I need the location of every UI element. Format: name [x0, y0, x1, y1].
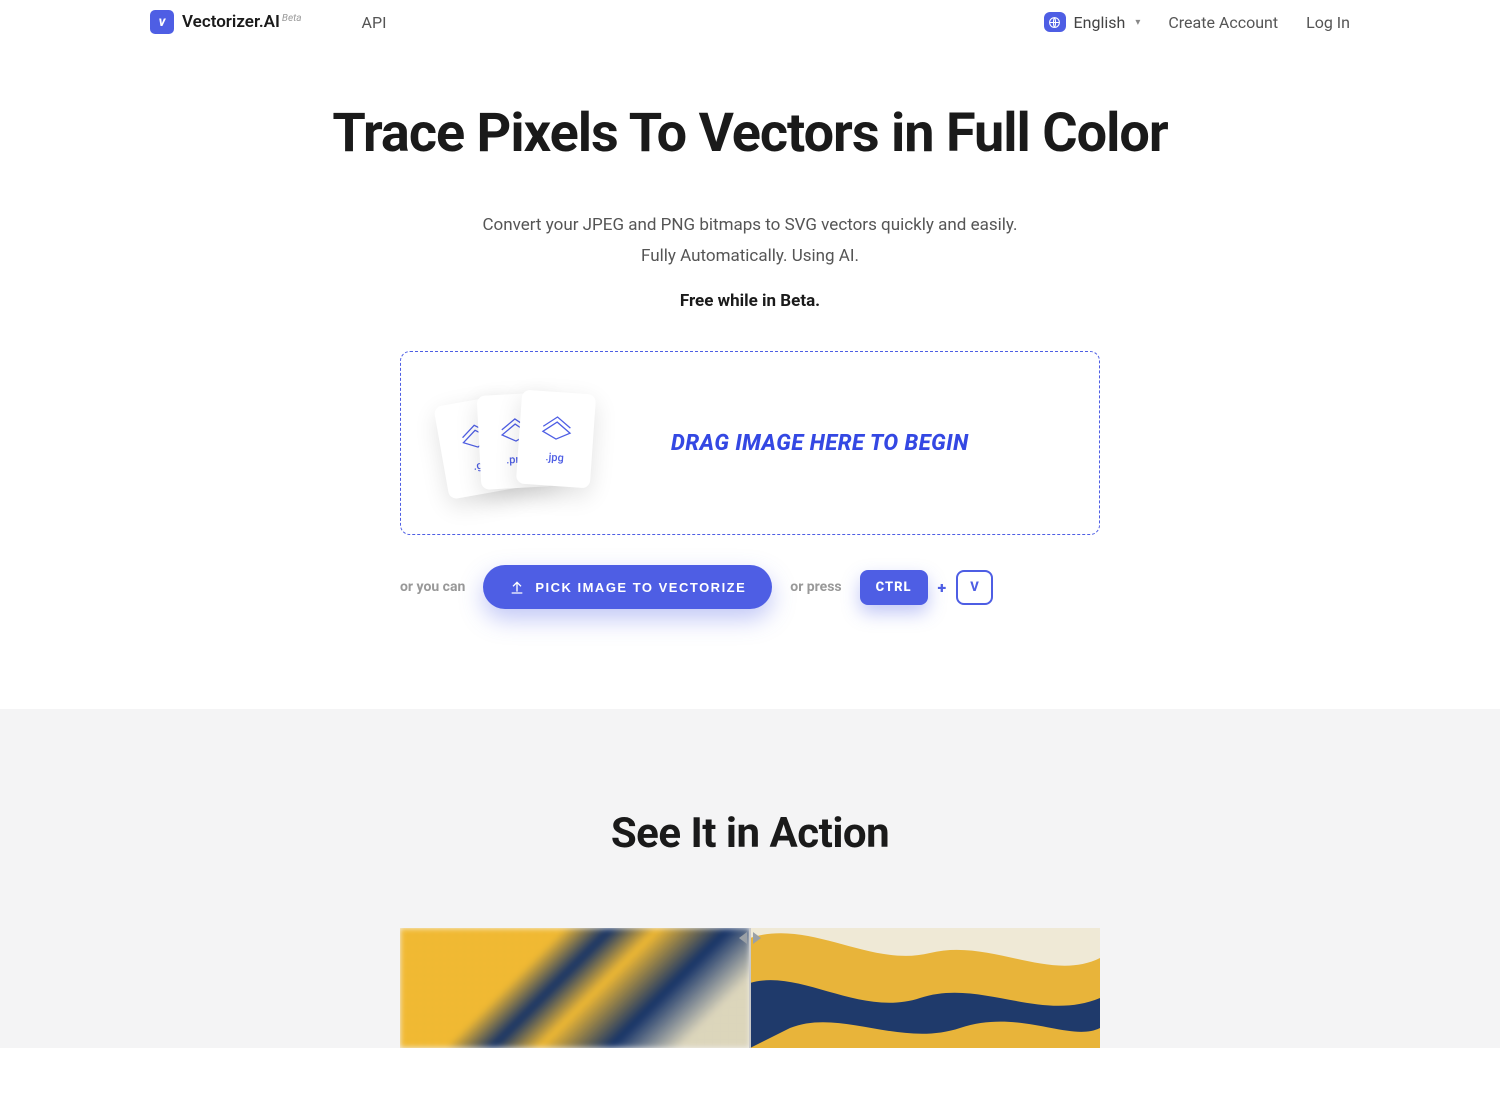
kbd-plus: + [938, 578, 947, 597]
chevron-down-icon: ▾ [1135, 17, 1140, 28]
pick-image-label: PICK IMAGE TO VECTORIZE [535, 580, 746, 595]
demo-vector-side [750, 928, 1100, 1048]
hero-sub-line1: Convert your JPEG and PNG bitmaps to SVG… [270, 211, 1230, 240]
log-in-link[interactable]: Log In [1306, 13, 1350, 32]
or-press-label: or press [790, 579, 841, 595]
actions-row: or you can PICK IMAGE TO VECTORIZE or pr… [400, 565, 1100, 609]
hero-title: Trace Pixels To Vectors in Full Color [270, 104, 1230, 163]
hero-section: Trace Pixels To Vectors in Full Color Co… [250, 44, 1250, 709]
globe-icon [1044, 12, 1066, 32]
site-header: v Vectorizer.AIBeta API English ▾ Create… [0, 0, 1500, 44]
pick-image-button[interactable]: PICK IMAGE TO VECTORIZE [483, 565, 772, 609]
dropzone-cta: DRAG IMAGE HERE TO BEGIN [671, 431, 969, 456]
or-you-can-label: or you can [400, 579, 465, 595]
hero-subtitle: Convert your JPEG and PNG bitmaps to SVG… [270, 211, 1230, 271]
language-label: English [1074, 13, 1126, 32]
kbd-group: CTRL + V [860, 570, 993, 605]
brand-name: Vectorizer.AIBeta [182, 12, 302, 32]
header-left: v Vectorizer.AIBeta API [150, 10, 386, 34]
dropzone-graphic: .gif .png .jpg [441, 388, 611, 498]
hero-beta-note: Free while in Beta. [270, 291, 1230, 311]
language-selector[interactable]: English ▾ [1044, 12, 1141, 32]
logo-icon: v [150, 10, 174, 34]
upload-icon [509, 579, 525, 595]
brand-link[interactable]: v Vectorizer.AIBeta [150, 10, 302, 34]
ext-jpg: .jpg [545, 450, 564, 464]
brand-beta-badge: Beta [282, 13, 302, 24]
header-right: English ▾ Create Account Log In [1044, 12, 1350, 32]
nav-api-link[interactable]: API [362, 13, 387, 32]
demo-pixelated-side [400, 928, 750, 1048]
kbd-ctrl: CTRL [860, 570, 928, 605]
image-icon [539, 414, 575, 442]
comparison-demo[interactable] [400, 928, 1100, 1048]
create-account-link[interactable]: Create Account [1168, 13, 1278, 32]
dropzone[interactable]: .gif .png .jpg DRAG IMAGE HERE TO BEGIN [400, 351, 1100, 535]
hero-sub-line2: Fully Automatically. Using AI. [270, 242, 1230, 271]
kbd-v: V [956, 570, 993, 605]
brand-name-text: Vectorizer.AI [182, 12, 280, 32]
filecard-jpg: .jpg [516, 390, 596, 489]
comparison-slider-handle[interactable] [749, 928, 751, 1048]
section-title: See It in Action [0, 809, 1500, 858]
see-it-in-action-section: See It in Action [0, 709, 1500, 1048]
